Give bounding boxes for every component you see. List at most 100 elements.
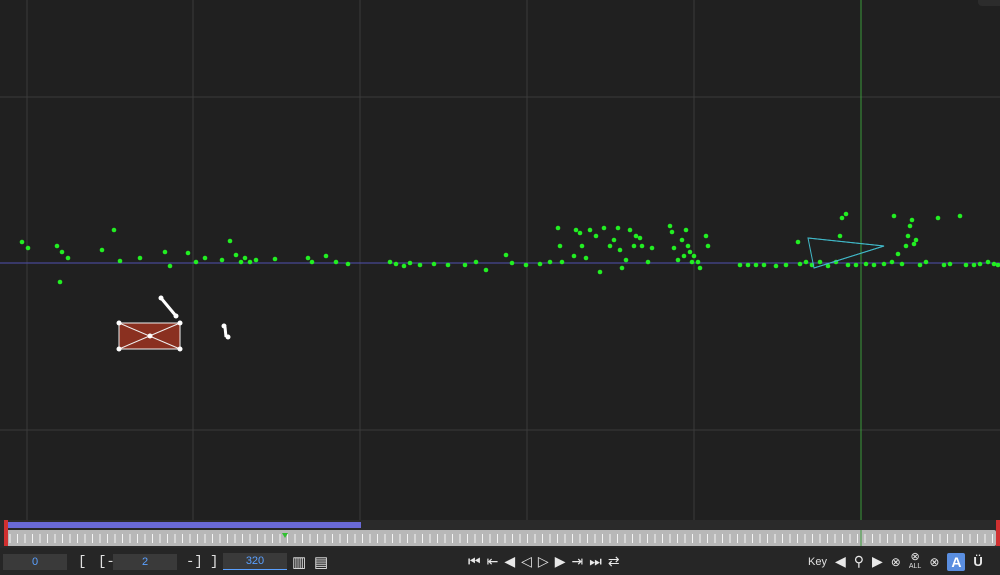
- tracking-point: [761, 262, 767, 268]
- tracking-point: [627, 227, 633, 233]
- timeline-end-marker[interactable]: [996, 520, 1000, 546]
- timeline-start-marker[interactable]: [4, 520, 8, 546]
- tracking-point: [555, 225, 561, 231]
- tracking-point: [705, 243, 711, 249]
- tracking-point: [509, 260, 515, 266]
- tracking-point: [837, 233, 843, 239]
- tracking-point: [899, 261, 905, 267]
- tracking-point: [345, 261, 351, 267]
- tracking-point: [393, 261, 399, 267]
- clip-icon[interactable]: ▤: [314, 553, 328, 571]
- tracking-point: [597, 269, 603, 275]
- tracking-point: [905, 233, 911, 239]
- box-handle: [116, 346, 122, 352]
- loop-icon[interactable]: ⇄: [608, 553, 620, 570]
- tracking-point: [645, 259, 651, 265]
- tracking-point: [839, 215, 845, 221]
- tracking-point: [242, 255, 248, 261]
- prev-keyframe-icon[interactable]: ◀: [835, 553, 846, 570]
- prev-key-icon[interactable]: ⇤: [487, 553, 499, 570]
- viewport-corner-tab[interactable]: [978, 0, 1000, 6]
- autokey-button[interactable]: A: [947, 552, 966, 571]
- tracking-point: [685, 243, 691, 249]
- tracking-point: [401, 263, 407, 269]
- tracking-point: [202, 255, 208, 261]
- tracking-point: [137, 255, 143, 261]
- end-frame-field[interactable]: [223, 553, 287, 570]
- tracking-point: [601, 225, 607, 231]
- tracking-point: [795, 239, 801, 245]
- next-keyframe-icon[interactable]: ▶: [872, 553, 883, 570]
- delete-key-icon[interactable]: ⊗: [891, 555, 901, 569]
- play-icon[interactable]: ▶: [555, 553, 566, 570]
- tracking-point: [907, 223, 913, 229]
- tracking-point: [573, 227, 579, 233]
- box-handle: [177, 320, 183, 326]
- 3d-viewport[interactable]: [0, 0, 1000, 520]
- tracking-point: [111, 227, 117, 233]
- timeline-ruler[interactable]: [6, 530, 996, 546]
- tracking-point: [803, 259, 809, 265]
- all-label: ALL: [908, 562, 922, 570]
- delete-key-forward-icon[interactable]: ⊗: [929, 555, 939, 569]
- tracking-point: [639, 243, 645, 249]
- tracking-point: [583, 255, 589, 261]
- tracking-point: [889, 259, 895, 265]
- delete-all-icon: ⊗: [910, 550, 920, 563]
- tracking-point: [611, 237, 617, 243]
- tracking-point: [941, 262, 947, 268]
- tracking-point: [167, 263, 173, 269]
- filmstrip-icon[interactable]: ▥: [292, 553, 306, 571]
- tracking-point: [407, 260, 413, 266]
- go-to-end-icon[interactable]: ⏭: [589, 553, 602, 570]
- tracking-point: [503, 252, 509, 258]
- tracking-point: [305, 255, 311, 261]
- go-to-start-icon[interactable]: ⏮: [468, 553, 481, 570]
- tracking-point: [891, 213, 897, 219]
- tracking-point: [923, 259, 929, 265]
- playback-controls: [ [- -] ] ▥ ▤ ⏮ ⇤ ◀ ◁ ▷ ▶ ⇥ ⏭ ⇄ Key ◀ ⚲ …: [0, 548, 1000, 575]
- tracking-point: [619, 265, 625, 271]
- tracking-point: [25, 245, 31, 251]
- tracking-point: [917, 262, 923, 268]
- step-field[interactable]: [113, 553, 177, 570]
- tracking-point: [253, 257, 259, 263]
- start-frame-field[interactable]: [3, 553, 67, 570]
- box-handle: [177, 346, 183, 352]
- tracking-point: [579, 243, 585, 249]
- viewport-canvas[interactable]: [0, 0, 1000, 520]
- next-key-icon[interactable]: ⇥: [571, 553, 583, 570]
- tracking-point: [977, 261, 983, 267]
- add-key-icon[interactable]: ⚲: [854, 553, 864, 570]
- tracking-point: [247, 259, 253, 265]
- tracking-point: [695, 259, 701, 265]
- delete-all-keys-button[interactable]: ⊗ ALL: [908, 550, 922, 571]
- extra-key-icon[interactable]: Ü: [973, 554, 982, 569]
- object-handle: [221, 323, 227, 329]
- tracking-point: [753, 262, 759, 268]
- tracking-point: [649, 245, 655, 251]
- tracking-point: [737, 262, 743, 268]
- tracking-point: [697, 265, 703, 271]
- set-start-bracket[interactable]: [: [72, 554, 92, 570]
- tracking-point: [445, 262, 451, 268]
- tracking-point: [483, 267, 489, 273]
- tracking-point: [473, 259, 479, 265]
- tracking-point: [817, 259, 823, 265]
- tracking-point: [679, 237, 685, 243]
- timeline-play-range[interactable]: [8, 522, 361, 528]
- tracking-point: [895, 251, 901, 257]
- prev-frame-icon[interactable]: ◁: [521, 553, 532, 570]
- tracking-point: [623, 257, 629, 263]
- tracking-point: [615, 225, 621, 231]
- step-back-icon[interactable]: ◀: [504, 553, 515, 570]
- timeline-bar[interactable]: [0, 520, 1000, 548]
- tracking-point: [631, 243, 637, 249]
- tracking-point: [523, 262, 529, 268]
- set-end-bracket[interactable]: ]: [204, 554, 224, 570]
- tracking-point: [671, 245, 677, 251]
- tracking-point: [417, 262, 423, 268]
- tracking-point: [681, 253, 687, 259]
- tracking-point: [745, 262, 751, 268]
- next-frame-icon[interactable]: ▷: [538, 553, 549, 570]
